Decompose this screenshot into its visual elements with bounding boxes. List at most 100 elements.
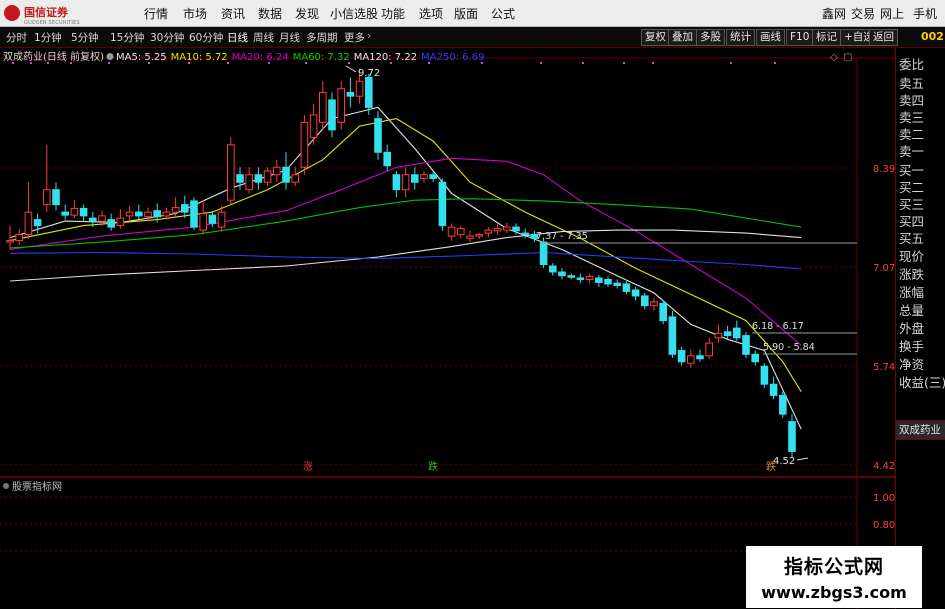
marker-dot [652,62,654,64]
candle-body [760,365,769,385]
candle-body [650,301,658,307]
marker-dot [268,62,270,64]
menu-news[interactable]: 资讯 [221,5,245,22]
menu-functions[interactable]: 功能 [381,5,405,22]
draw-line-button[interactable]: 画线 [756,29,785,46]
menu-quotes[interactable]: 行情 [144,5,168,22]
range-label: 5.90 - 5.84 [763,342,815,353]
period-tab-timeshare[interactable]: 分时 [6,30,27,45]
candle [705,337,714,359]
multi-stock-button[interactable]: 多股 [696,29,725,46]
candle-body [300,121,309,168]
period-tab-multi[interactable]: 多周期 [306,30,338,45]
watermark: 指标公式网 www.zbgs3.com [746,546,922,608]
candle-body [328,99,336,131]
menu-stock-picker[interactable]: 小信选股 [330,5,378,22]
statistics-button[interactable]: 统计 [726,29,755,46]
period-tab-15min[interactable]: 15分钟 [110,30,144,45]
menu-market[interactable]: 市场 [183,5,207,22]
candle-body [6,240,14,243]
candle [135,204,143,220]
candle [668,310,677,359]
watermark-title: 指标公式网 [783,556,884,578]
candle-body [687,355,695,364]
indicator-settings-icon[interactable] [3,483,9,489]
side-label: 涨幅 [899,285,925,300]
candle-body [190,200,198,228]
menu-data[interactable]: 数据 [258,5,282,22]
menu-options[interactable]: 选项 [419,5,443,22]
ma-legend-item: MA20: 6.24 [232,52,289,63]
menu-xinwang[interactable]: 鑫网 [822,5,846,22]
menu-mobile[interactable]: 手机 [913,5,937,22]
candle-body [521,232,530,236]
candle-body [714,332,723,339]
adjust-button[interactable]: 复权 [641,29,670,46]
candle [779,391,787,418]
back-button[interactable]: 返回 [869,29,898,46]
marker-dot [188,62,190,64]
menu-formula[interactable]: 公式 [491,5,515,22]
diamond-icon[interactable]: ◇ [830,52,838,63]
candle-body [61,211,70,216]
menu-layout[interactable]: 版面 [454,5,478,22]
marker-dot [730,62,732,64]
candle-body [401,174,410,191]
high-price-label: 9.72 [358,68,380,79]
stock-name-box[interactable]: 双成药业 [896,420,945,440]
price-axis-label: 5.74 [873,362,895,373]
candle-body [153,210,161,218]
side-label: 委比 [899,57,925,72]
kline-chart[interactable]: 双成药业(日线 前复权) MA5: 5.25 MA10: 5.72 MA20: 6.… [0,48,895,609]
candle [52,182,60,211]
candle-body [604,278,612,285]
candle [337,81,345,130]
menu-discover[interactable]: 发现 [295,5,319,22]
candle [650,298,658,311]
f10-button[interactable]: F10 [786,29,814,46]
menu-trade[interactable]: 交易 [851,5,875,22]
candle [475,233,483,240]
candle [493,224,502,235]
candle-body [107,219,116,228]
candle [199,200,207,235]
candle [144,207,152,222]
candle-body [447,226,456,237]
candle-body [742,335,750,355]
low-pointer [796,457,809,461]
mark-button[interactable]: 标记 [812,29,841,46]
marker-dot [390,62,392,64]
settings-dot-icon[interactable] [106,53,114,60]
marker-dot [12,62,14,64]
brand-name: 国信证券 [24,5,68,19]
candle [374,111,382,160]
more-chevron-icon[interactable]: › [367,30,371,42]
candle [70,200,79,219]
candle-body [236,174,244,183]
period-tab-1min[interactable]: 1分钟 [34,30,62,45]
menu-online[interactable]: 网上 [880,5,904,22]
ma-line-ma5 [9,106,802,430]
marker-dot [108,62,110,64]
candle [558,268,566,280]
marker-dot [481,62,483,64]
period-tab-monthly[interactable]: 月线 [279,30,300,45]
candle [585,273,594,284]
candle-body [365,76,373,108]
period-tab-daily[interactable]: 日线 [227,30,248,45]
scale-square-icon[interactable]: ▢ [843,52,852,63]
candle [125,206,134,222]
period-tab-more[interactable]: 更多 [344,30,365,45]
candle [438,178,447,231]
period-tab-30min[interactable]: 30分钟 [150,30,184,45]
candle [604,276,612,287]
period-tab-weekly[interactable]: 周线 [253,30,274,45]
candle-body [355,80,364,97]
overlay-button[interactable]: 叠加 [668,29,697,46]
candle [79,204,88,222]
period-tab-60min[interactable]: 60分钟 [189,30,223,45]
candle [622,280,631,295]
candle [282,152,290,190]
period-tab-5min[interactable]: 5分钟 [71,30,99,45]
marker-dot [47,62,49,64]
